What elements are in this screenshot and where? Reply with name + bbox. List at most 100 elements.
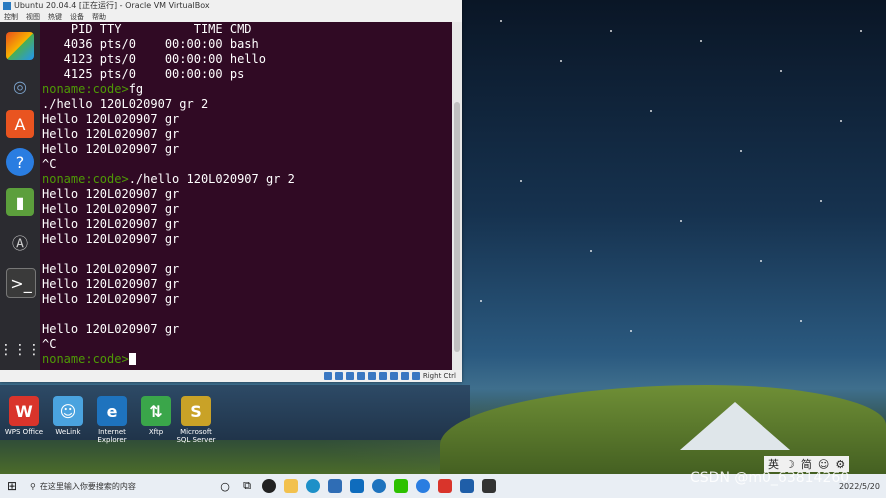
watermark: CSDN @m0_63814260 — [690, 470, 850, 486]
menu-item[interactable]: 帮助 — [92, 12, 106, 22]
store-icon[interactable] — [324, 475, 346, 497]
window-titlebar[interactable]: Ubuntu 20.04.4 [正在运行] - Oracle VM Virtua… — [0, 0, 462, 11]
ime-item[interactable]: ☽ — [785, 458, 795, 471]
shortcut-label: WPS Office — [4, 428, 44, 436]
terminal-line: Hello 120L020907 gr — [40, 232, 452, 247]
vm-screen[interactable]: ◎ A ? ▮ Ⓐ >_ ⋮⋮⋮ PID TTY TIME CMD 4036 p… — [0, 22, 462, 370]
terminal-line: Hello 120L020907 gr — [40, 262, 452, 277]
menu-item[interactable]: 设备 — [70, 12, 84, 22]
terminal-text: Hello 120L020907 gr — [42, 202, 180, 216]
desktop-shortcut[interactable]: W WPS Office — [2, 396, 46, 436]
terminal-text: ./hello 120L020907 gr 2 — [128, 172, 295, 186]
terminal-line: Hello 120L020907 gr — [40, 202, 452, 217]
terminal-text: ^C — [42, 157, 57, 171]
terminal-text: ./hello 120L020907 gr 2 — [42, 97, 209, 111]
scroll-thumb[interactable] — [454, 102, 460, 352]
file-manager-icon[interactable]: ▮ — [6, 188, 34, 216]
file-explorer-icon[interactable] — [280, 475, 302, 497]
hard-disk-icon[interactable] — [323, 372, 332, 380]
qq-icon[interactable] — [258, 475, 280, 497]
terminal-line: Hello 120L020907 gr — [40, 112, 452, 127]
terminal-line: Hello 120L020907 gr — [40, 292, 452, 307]
menu-item[interactable]: 热键 — [48, 12, 62, 22]
desktop-shortcut[interactable]: ☺ WeLink — [46, 396, 90, 436]
virtualbox-taskbar-icon[interactable] — [456, 475, 478, 497]
display-icon[interactable] — [389, 372, 398, 380]
host-key-label: Right Ctrl — [422, 372, 456, 380]
app-icon: W — [9, 396, 39, 426]
task-view-icon[interactable]: ⧉ — [236, 475, 258, 497]
search-icon: ⚲ — [30, 481, 36, 491]
shared-folders-icon[interactable] — [378, 372, 387, 380]
app-icon: e — [97, 396, 127, 426]
terminal-output[interactable]: PID TTY TIME CMD 4036 pts/0 00:00:00 bas… — [40, 22, 452, 370]
ubuntu-dock: ◎ A ? ▮ Ⓐ >_ ⋮⋮⋮ — [0, 22, 41, 370]
show-apps-icon[interactable]: ⋮⋮⋮ — [0, 336, 41, 364]
terminal-line: Hello 120L020907 gr — [40, 277, 452, 292]
shortcut-label: Internet Explorer — [97, 428, 127, 444]
search-box[interactable]: ⚲ 在这里输入你要搜索的内容 — [24, 475, 214, 497]
software-updater-icon[interactable]: Ⓐ — [6, 228, 34, 256]
text-cursor — [128, 353, 136, 365]
desktop-shortcut[interactable]: e Internet Explorer — [90, 396, 134, 444]
ie-icon[interactable] — [368, 475, 390, 497]
ime-item[interactable]: ☺ — [818, 458, 829, 471]
shortcut-label: Xftp — [148, 428, 164, 436]
terminal-text: ^C — [42, 337, 57, 351]
terminal-line: Hello 120L020907 gr — [40, 217, 452, 232]
mouse-integration-icon[interactable] — [411, 372, 420, 380]
terminal-text: Hello 120L020907 gr — [42, 322, 180, 336]
app-store-icon[interactable]: A — [6, 110, 34, 138]
remmina-icon[interactable]: ◎ — [6, 72, 34, 100]
usb-icon[interactable] — [367, 372, 376, 380]
audio-icon[interactable] — [345, 372, 354, 380]
network-icon[interactable] — [356, 372, 365, 380]
menu-item[interactable]: 视图 — [26, 12, 40, 22]
shell-prompt: noname:code> — [42, 172, 129, 186]
terminal-line: Hello 120L020907 gr — [40, 142, 452, 157]
mail-icon[interactable] — [346, 475, 368, 497]
terminal-line: ^C — [40, 337, 452, 352]
menu-item[interactable]: 控制 — [4, 12, 18, 22]
terminal-text: 4036 pts/0 00:00:00 bash — [42, 37, 259, 51]
virtualbox-window[interactable]: Ubuntu 20.04.4 [正在运行] - Oracle VM Virtua… — [0, 0, 462, 382]
shortcut-label: Microsoft SQL Server — [176, 428, 216, 444]
terminal-line: 4123 pts/0 00:00:00 hello — [40, 52, 452, 67]
terminal-line: ^C — [40, 157, 452, 172]
shell-prompt: noname:code> — [42, 82, 129, 96]
terminal-text: Hello 120L020907 gr — [42, 187, 180, 201]
optical-drive-icon[interactable] — [334, 372, 343, 380]
software-center-icon[interactable] — [6, 32, 34, 60]
terminal-text: 4123 pts/0 00:00:00 hello — [42, 52, 266, 66]
search-placeholder: 在这里输入你要搜索的内容 — [39, 481, 136, 491]
terminal-line: PID TTY TIME CMD — [40, 22, 452, 37]
help-icon[interactable]: ? — [6, 148, 34, 176]
terminal-text: fg — [128, 82, 144, 96]
desktop-shortcut[interactable]: S Microsoft SQL Server — [174, 396, 218, 444]
menu-bar: 控制 视图 热键 设备 帮助 — [0, 11, 462, 22]
desktop-shortcut[interactable]: ⇅ Xftp — [134, 396, 178, 436]
vm-scrollbar[interactable] — [452, 22, 462, 370]
terminal-line: Hello 120L020907 gr — [40, 127, 452, 142]
wps-icon[interactable] — [434, 475, 456, 497]
terminal-taskbar-icon[interactable] — [478, 475, 500, 497]
wechat-icon[interactable] — [390, 475, 412, 497]
virtualbox-icon — [3, 1, 11, 10]
tent — [680, 402, 790, 450]
terminal-text: Hello 120L020907 gr — [42, 142, 180, 156]
terminal-icon[interactable]: >_ — [6, 268, 36, 298]
terminal-text: 4125 pts/0 00:00:00 ps — [42, 67, 245, 81]
recording-icon[interactable] — [400, 372, 409, 380]
cloud-music-icon[interactable] — [412, 475, 434, 497]
terminal-line: noname:code>fg — [40, 82, 452, 97]
cortana-icon[interactable]: ○ — [214, 475, 236, 497]
window-title: Ubuntu 20.04.4 [正在运行] - Oracle VM Virtua… — [14, 1, 210, 10]
edge-icon[interactable] — [302, 475, 324, 497]
ime-item[interactable]: ⚙ — [835, 458, 845, 471]
windows-start-icon[interactable]: ⊞ — [0, 474, 24, 498]
vm-status-bar: Right Ctrl — [0, 370, 462, 382]
terminal-text: Hello 120L020907 gr — [42, 292, 180, 306]
terminal-line: ./hello 120L020907 gr 2 — [40, 97, 452, 112]
